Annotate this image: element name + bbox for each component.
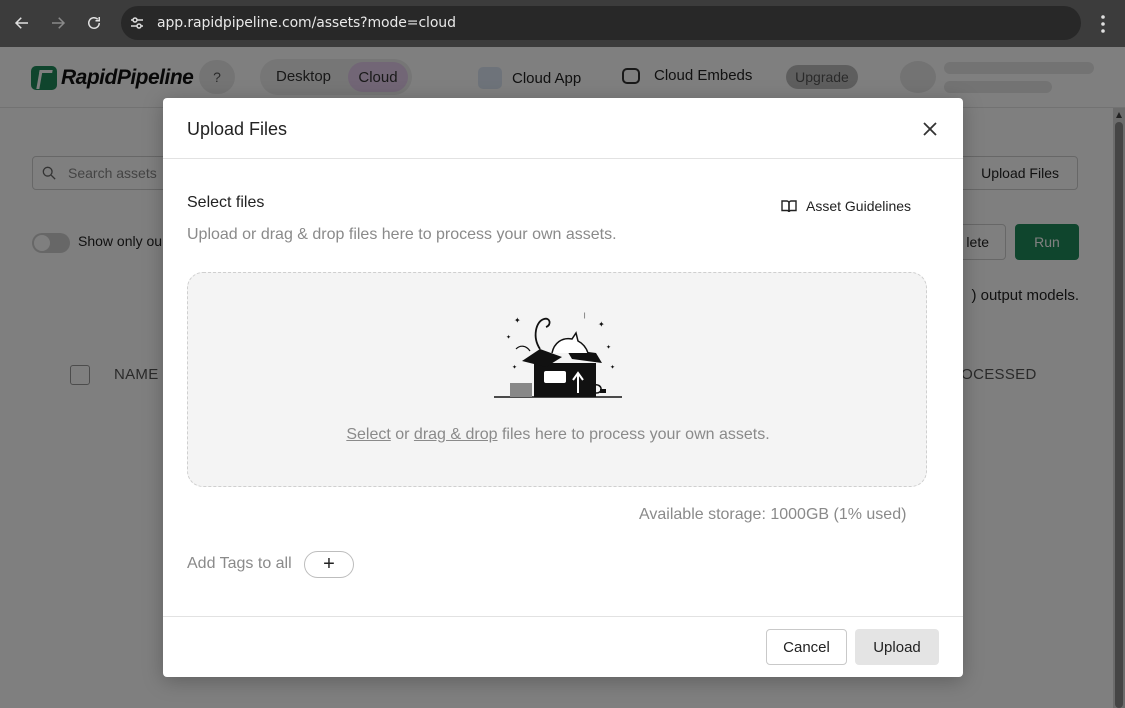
url-host: app.rapidpipeline.com	[157, 15, 312, 31]
url-path: /assets?mode=cloud	[311, 15, 456, 31]
select-files-link[interactable]: Select	[346, 426, 390, 443]
cancel-button[interactable]: Cancel	[766, 629, 847, 665]
dropzone-or: or	[390, 426, 414, 443]
svg-text:✦: ✦	[610, 364, 615, 371]
more-menu-icon[interactable]	[1091, 12, 1115, 36]
reload-button[interactable]	[76, 5, 112, 41]
file-dropzone[interactable]: ✦ ✦ ✦ ✦ | ✦ ✦ Select or drag & drop file…	[187, 272, 927, 487]
select-files-description: Upload or drag & drop files here to proc…	[187, 226, 617, 243]
address-bar[interactable]: app.rapidpipeline.com/assets?mode=cloud	[121, 6, 1081, 40]
forward-button[interactable]	[40, 5, 76, 41]
close-icon[interactable]	[919, 118, 941, 140]
svg-text:✦: ✦	[514, 316, 521, 325]
svg-text:|: |	[584, 313, 586, 319]
add-tags-label: Add Tags to all	[187, 555, 292, 572]
site-settings-icon[interactable]	[129, 15, 145, 31]
browser-toolbar: app.rapidpipeline.com/assets?mode=cloud	[0, 0, 1125, 47]
dropzone-text: Select or drag & drop files here to proc…	[188, 426, 928, 444]
available-storage-text: Available storage: 1000GB (1% used)	[639, 506, 907, 523]
add-tag-button[interactable]: +	[304, 551, 354, 578]
dialog-title: Upload Files	[187, 119, 288, 139]
dialog-header: Upload Files	[163, 98, 963, 159]
svg-text:✦: ✦	[512, 364, 517, 371]
upload-files-dialog: Upload Files Select files Upload or drag…	[163, 98, 963, 677]
book-icon	[781, 200, 797, 213]
url-text: app.rapidpipeline.com/assets?mode=cloud	[157, 15, 456, 31]
select-files-heading: Select files	[187, 194, 265, 211]
dialog-footer: Cancel Upload	[163, 616, 963, 677]
reload-icon	[88, 17, 100, 29]
asset-guidelines-label: Asset Guidelines	[806, 198, 912, 214]
drag-drop-link[interactable]: drag & drop	[414, 426, 498, 443]
svg-text:✦: ✦	[606, 344, 611, 351]
asset-guidelines-link[interactable]: Asset Guidelines	[781, 198, 911, 214]
back-button[interactable]	[4, 5, 40, 41]
svg-text:✦: ✦	[598, 320, 605, 329]
cat-in-box-illustration: ✦ ✦ ✦ ✦ | ✦ ✦	[494, 313, 622, 398]
arrow-left-icon	[14, 17, 28, 29]
svg-text:✦: ✦	[506, 334, 511, 341]
dropzone-rest: files here to process your own assets.	[497, 426, 770, 443]
arrow-right-icon	[52, 17, 66, 29]
upload-button[interactable]: Upload	[855, 629, 939, 665]
